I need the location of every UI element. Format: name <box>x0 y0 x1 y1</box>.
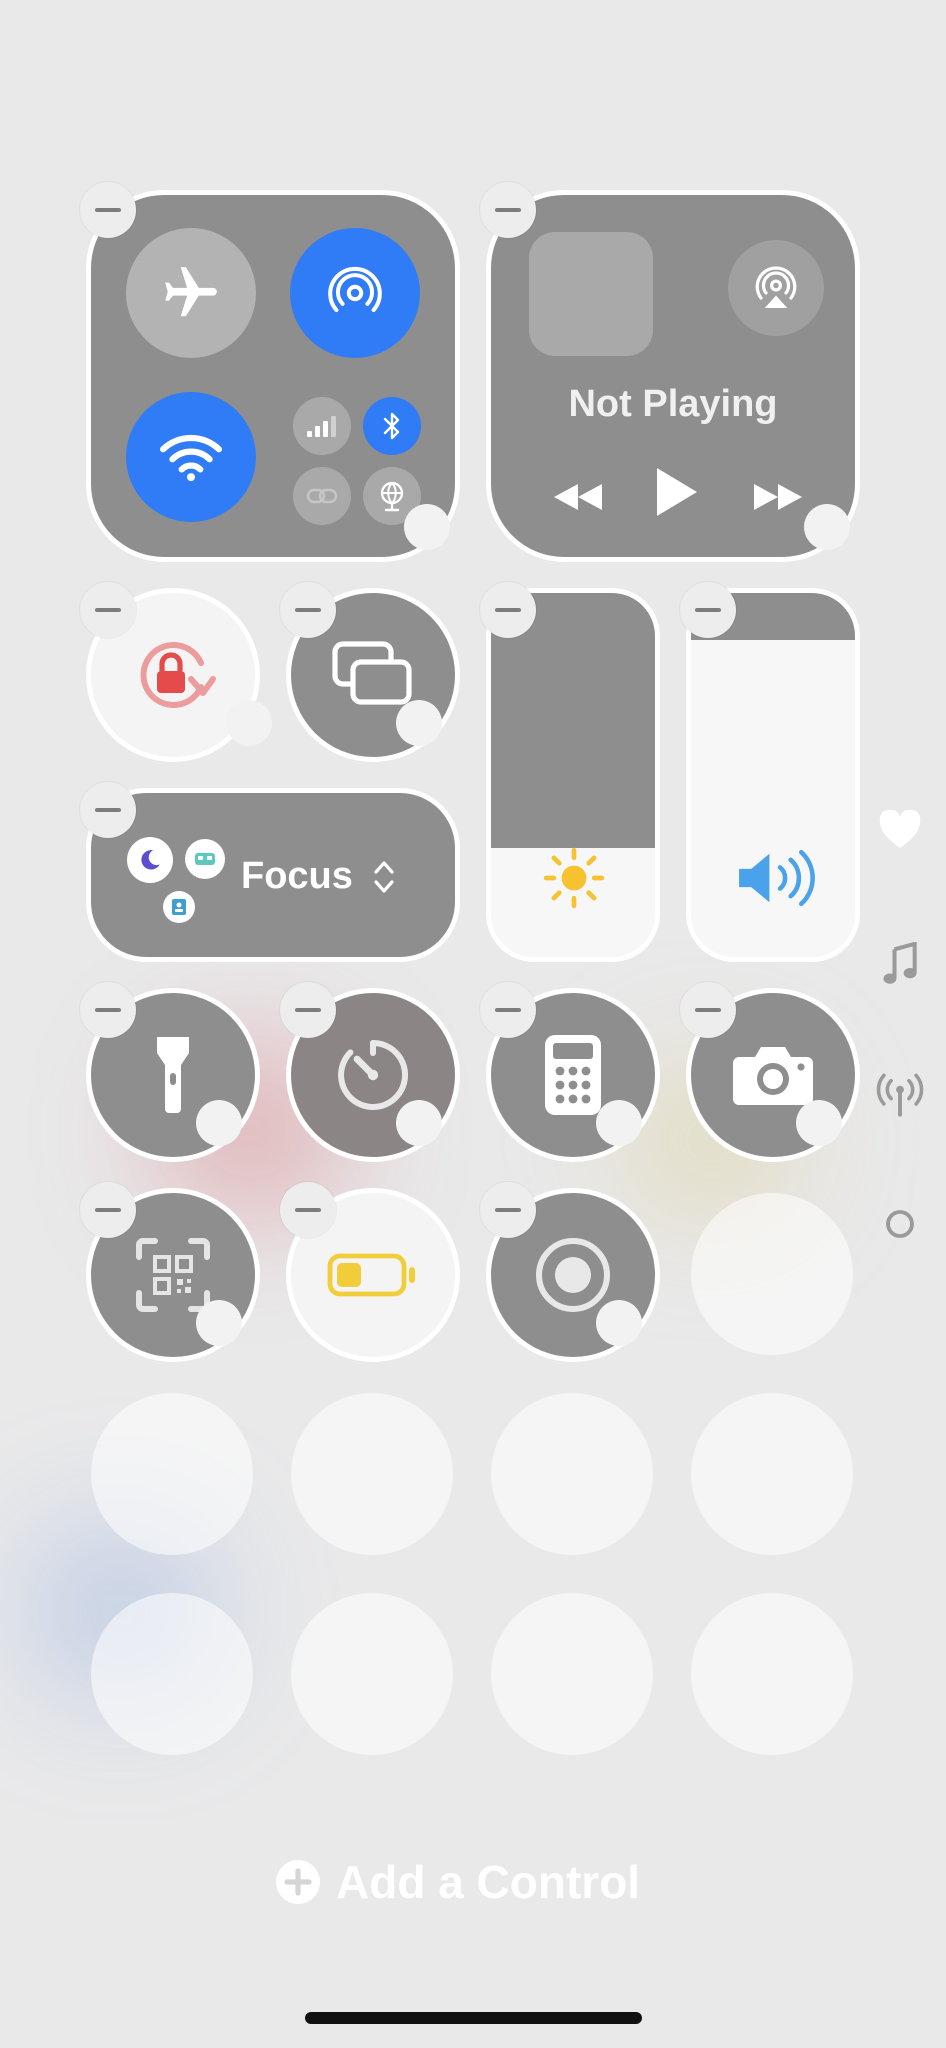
plus-circle-icon <box>276 1860 320 1904</box>
sun-icon <box>543 847 605 909</box>
cellular-button[interactable] <box>293 397 351 455</box>
empty-control-slot[interactable] <box>91 1393 253 1555</box>
remove-camera-button[interactable] <box>680 982 736 1038</box>
rewind-icon <box>554 484 602 510</box>
empty-control-slot[interactable] <box>291 1393 453 1555</box>
qr-scanner-icon <box>136 1238 210 1312</box>
play-button[interactable] <box>641 457 711 527</box>
calculator-icon <box>545 1035 601 1115</box>
hotspot-icon <box>306 488 338 504</box>
favorites-page-indicator[interactable] <box>876 808 924 852</box>
add-control-label: Add a Control <box>336 1856 641 1908</box>
resize-screen-mirroring-handle[interactable] <box>396 700 442 746</box>
moon-icon <box>141 850 160 870</box>
airplay-button[interactable] <box>728 240 824 336</box>
remove-connectivity-button[interactable] <box>80 182 136 238</box>
resize-calculator-handle[interactable] <box>596 1100 642 1146</box>
orientation-lock-icon <box>140 642 216 708</box>
focus-button[interactable]: Focus <box>86 788 460 962</box>
flashlight-icon <box>157 1037 189 1113</box>
remove-flashlight-button[interactable] <box>80 982 136 1038</box>
airplane-icon <box>165 267 217 317</box>
play-icon <box>657 468 697 516</box>
remove-focus-button[interactable] <box>80 782 136 838</box>
remove-orientation-lock-button[interactable] <box>80 582 136 638</box>
album-art <box>529 232 653 356</box>
remove-brightness-button[interactable] <box>480 582 536 638</box>
connectivity-page-indicator[interactable] <box>872 1070 928 1120</box>
music-page-indicator[interactable] <box>876 940 924 988</box>
empty-control-slot[interactable] <box>291 1593 453 1755</box>
resize-connectivity-handle[interactable] <box>404 504 450 550</box>
resize-flashlight-handle[interactable] <box>196 1100 242 1146</box>
bed-icon-badge <box>185 839 225 879</box>
remove-code-scanner-button[interactable] <box>80 1182 136 1238</box>
remove-now-playing-button[interactable] <box>480 182 536 238</box>
empty-control-slot[interactable] <box>91 1593 253 1755</box>
low-power-icon <box>327 1253 415 1297</box>
rewind-button[interactable] <box>543 467 613 527</box>
vpn-icon <box>380 481 404 512</box>
remove-timer-button[interactable] <box>280 982 336 1038</box>
empty-control-slot[interactable] <box>691 1393 853 1555</box>
now-playing-status: Not Playing <box>568 383 778 425</box>
airdrop-icon <box>328 266 382 313</box>
fast-forward-button[interactable] <box>743 467 813 527</box>
sleep-focus-icon-badge <box>127 837 173 883</box>
resize-camera-handle[interactable] <box>796 1100 842 1146</box>
bluetooth-icon <box>383 412 400 440</box>
cellular-icon <box>307 416 336 437</box>
connectivity-tile <box>86 190 460 562</box>
work-icon-badge <box>163 891 195 923</box>
screen-mirroring-icon <box>332 641 412 705</box>
resize-now-playing-handle[interactable] <box>804 504 850 550</box>
home-indicator[interactable] <box>305 2012 642 2024</box>
hotspot-button[interactable] <box>293 467 351 525</box>
timer-icon <box>338 1040 409 1110</box>
signal-tower-icon <box>876 1073 924 1117</box>
next-page-indicator[interactable] <box>876 1200 924 1248</box>
bluetooth-button[interactable] <box>363 397 421 455</box>
empty-control-slot[interactable] <box>691 1193 853 1355</box>
music-note-icon <box>883 942 917 984</box>
remove-volume-button[interactable] <box>680 582 736 638</box>
fast-forward-icon <box>754 484 802 510</box>
focus-label: Focus <box>241 855 353 897</box>
empty-control-slot[interactable] <box>491 1593 653 1755</box>
remove-screen-mirroring-button[interactable] <box>280 582 336 638</box>
volume-slider[interactable] <box>686 588 860 962</box>
airplay-icon <box>755 266 797 308</box>
wifi-button[interactable] <box>126 392 256 522</box>
empty-control-slot[interactable] <box>491 1393 653 1555</box>
resize-orientation-lock-handle[interactable] <box>226 700 272 746</box>
brightness-slider[interactable] <box>486 588 660 962</box>
remove-low-power-button[interactable] <box>280 1182 336 1238</box>
resize-timer-handle[interactable] <box>396 1100 442 1146</box>
add-control-button[interactable]: Add a Control <box>274 1852 640 1912</box>
wifi-icon <box>160 434 222 482</box>
resize-code-scanner-handle[interactable] <box>196 1300 242 1346</box>
page-dot-icon <box>886 1210 914 1238</box>
camera-icon <box>733 1047 813 1105</box>
heart-icon <box>879 810 921 849</box>
speaker-icon <box>739 849 815 907</box>
empty-control-slot[interactable] <box>691 1593 853 1755</box>
bed-icon <box>195 853 215 865</box>
resize-screen-recording-handle[interactable] <box>596 1300 642 1346</box>
id-badge-icon <box>172 899 186 915</box>
chevron-up-down-icon <box>374 861 394 893</box>
now-playing-tile: Not Playing <box>486 190 860 562</box>
airdrop-button[interactable] <box>290 228 420 358</box>
airplane-mode-button[interactable] <box>126 228 256 358</box>
screen-record-icon <box>536 1238 610 1312</box>
remove-screen-recording-button[interactable] <box>480 1182 536 1238</box>
remove-calculator-button[interactable] <box>480 982 536 1038</box>
